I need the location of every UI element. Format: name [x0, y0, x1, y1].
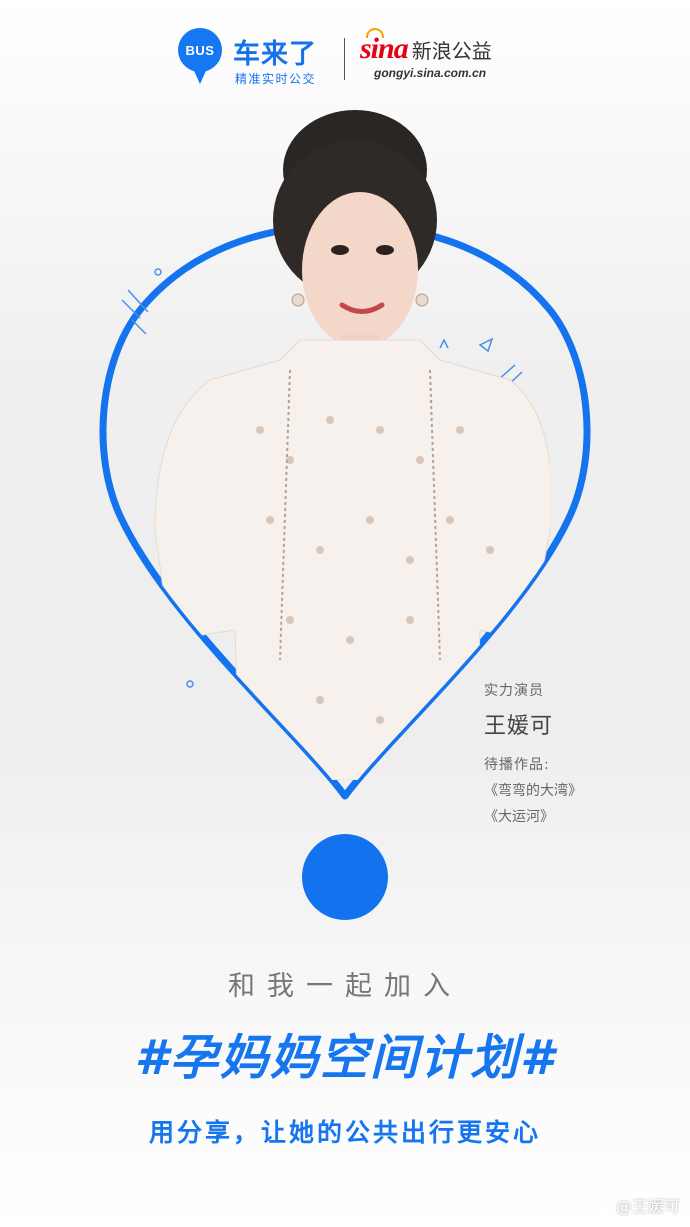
work-title: 《弯弯的大湾》 [484, 783, 582, 799]
join-text: 和我一起加入 [228, 971, 462, 1002]
watermark-text: @王媛可 [615, 1197, 680, 1216]
actor-bio: 实力演员 王媛可 待播作品: 《弯弯的大湾》 《大运河》 [484, 680, 644, 826]
campaign-hashtag[interactable]: #孕妈妈空间计划# [0, 1018, 690, 1088]
works-label: 待播作品: [484, 757, 550, 773]
location-dot [302, 834, 388, 920]
weibo-watermark: @王媛可 [595, 1193, 680, 1217]
work-title: 《大运河》 [484, 809, 554, 825]
actor-name: 王媛可 [484, 714, 554, 739]
face [302, 192, 418, 348]
actor-role: 实力演员 [484, 683, 544, 699]
campaign-tagline: 用分享，让她的公共出行更安心 [148, 1118, 541, 1147]
weibo-icon [595, 1199, 612, 1212]
portrait-photo [154, 110, 550, 780]
